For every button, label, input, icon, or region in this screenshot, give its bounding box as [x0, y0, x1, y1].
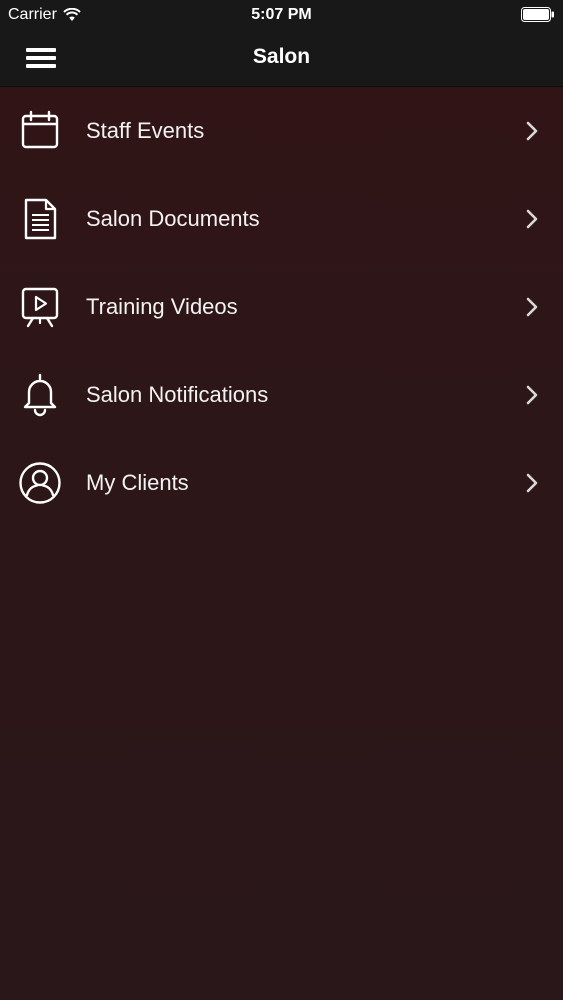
chevron-right-icon: [525, 121, 539, 141]
status-bar: Carrier 5:07 PM: [0, 0, 563, 30]
chevron-right-icon: [525, 473, 539, 493]
menu-item-label: Staff Events: [86, 118, 205, 143]
menu-item-staff-events[interactable]: Staff Events: [0, 87, 563, 175]
status-time: 5:07 PM: [251, 6, 312, 23]
document-icon: [18, 197, 62, 241]
menu-item-training-videos[interactable]: Training Videos: [0, 263, 563, 351]
menu-item-label: My Clients: [86, 470, 189, 495]
app-screen: Carrier 5:07 PM Salon Staff Events Salon…: [0, 0, 563, 1000]
calendar-icon: [18, 109, 62, 153]
chevron-right-icon: [525, 385, 539, 405]
chevron-right-icon: [525, 209, 539, 229]
user-circle-icon: [18, 461, 62, 505]
menu-item-salon-documents[interactable]: Salon Documents: [0, 175, 563, 263]
menu-item-my-clients[interactable]: My Clients: [0, 439, 563, 527]
menu-item-label: Training Videos: [86, 294, 238, 319]
menu-item-salon-notifications[interactable]: Salon Notifications: [0, 351, 563, 439]
menu-item-label: Salon Documents: [86, 206, 260, 231]
battery-icon: [521, 7, 555, 22]
page-title: Salon: [252, 45, 311, 68]
chevron-right-icon: [525, 297, 539, 317]
navigation-bar: Salon: [0, 30, 563, 87]
video-presentation-icon: [18, 285, 62, 329]
menu-list: Staff Events Salon Documents Training Vi…: [0, 87, 563, 527]
bell-icon: [18, 373, 62, 417]
menu-item-label: Salon Notifications: [86, 382, 269, 407]
